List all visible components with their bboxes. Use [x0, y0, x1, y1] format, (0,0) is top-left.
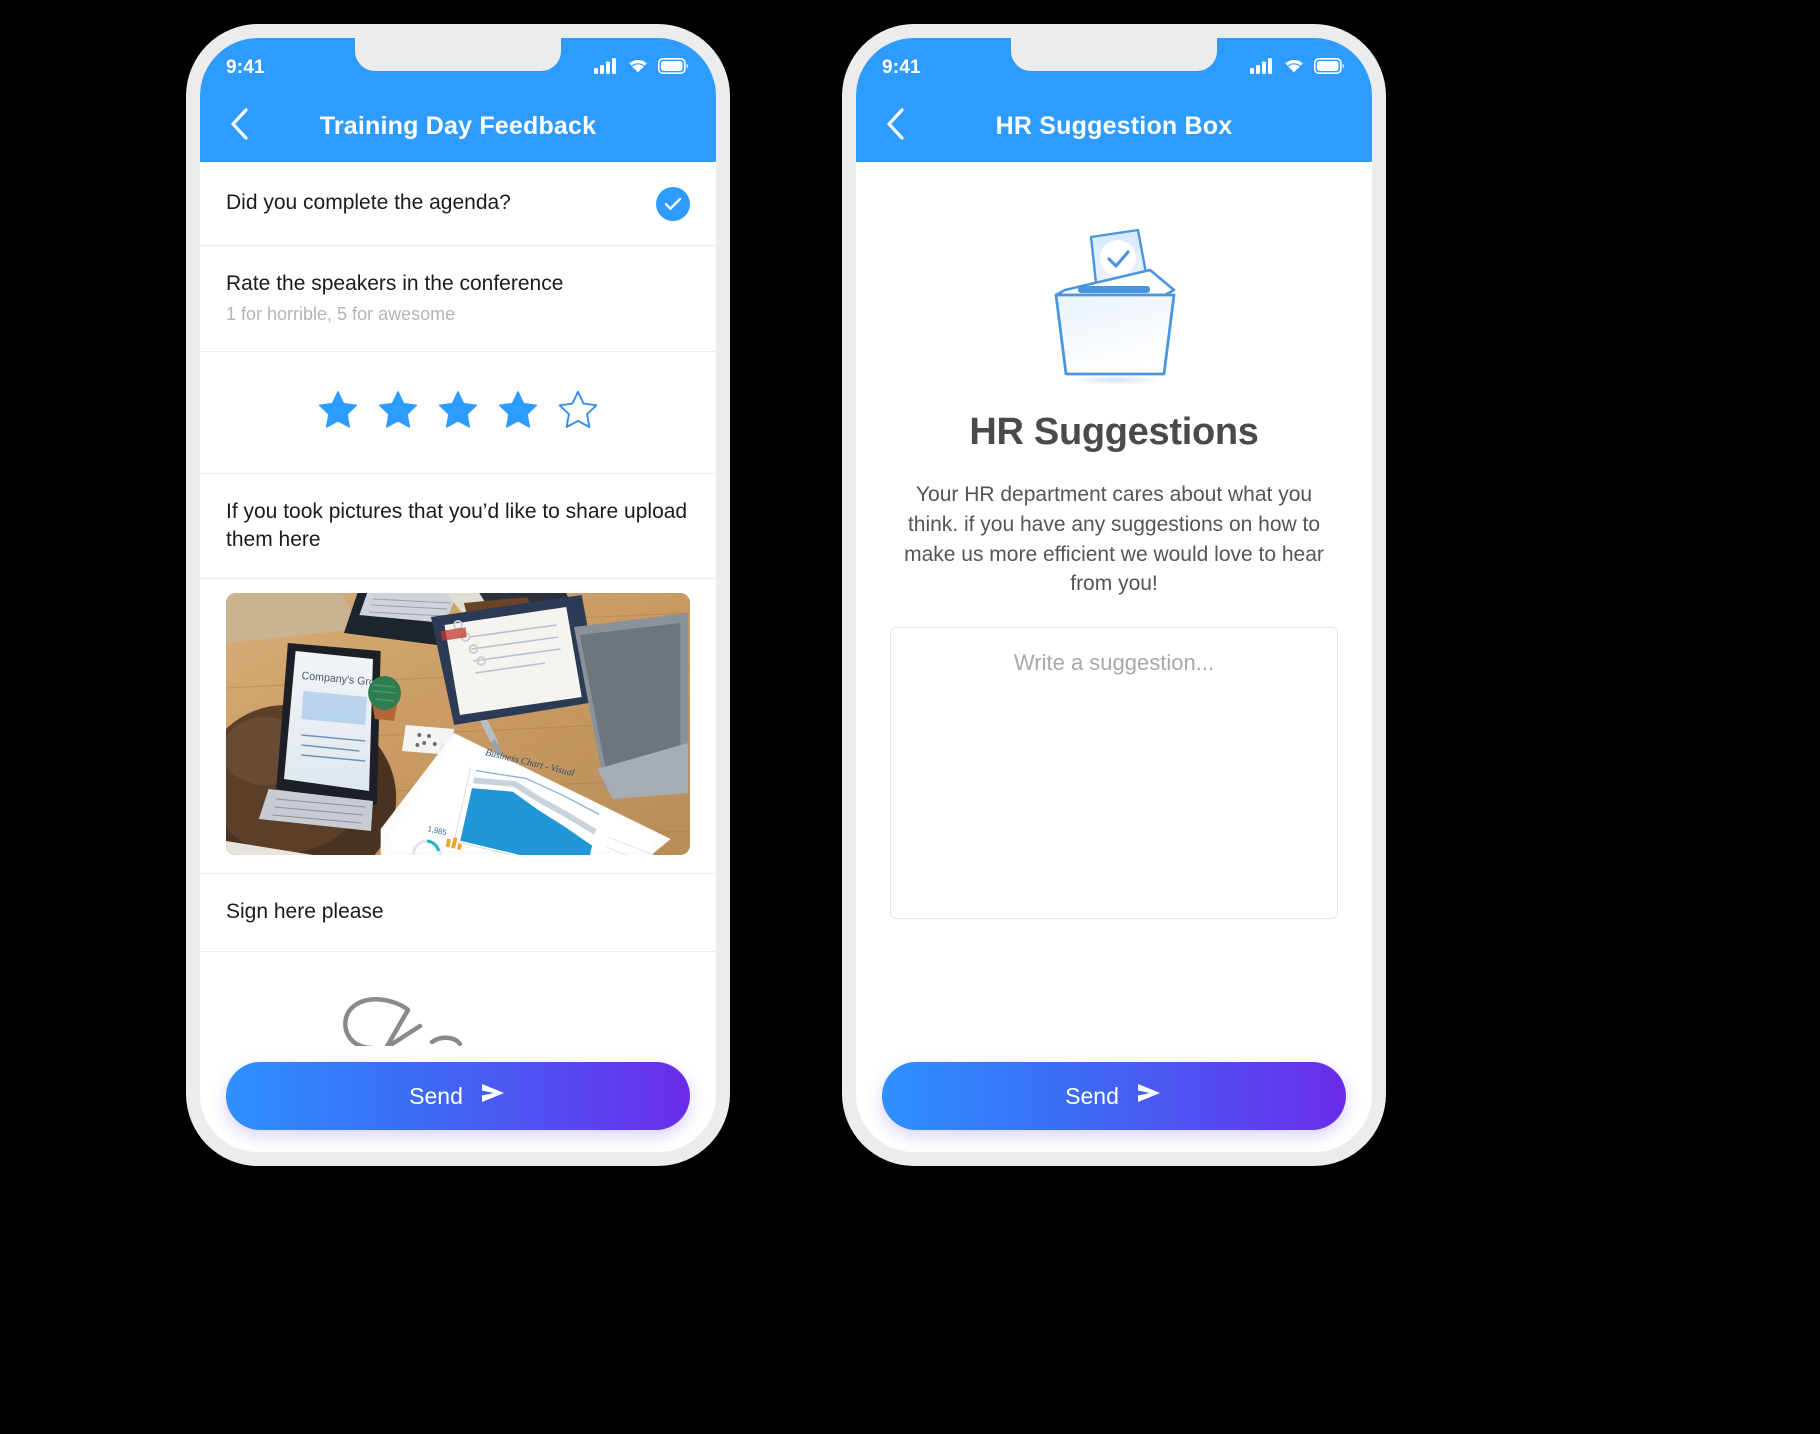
- page-title: HR Suggestion Box: [995, 111, 1233, 140]
- suggestion-input-placeholder: Write a suggestion...: [1013, 650, 1215, 676]
- question-label-signature: Sign here please: [226, 900, 384, 924]
- form-row-agenda[interactable]: Did you complete the agenda?: [200, 162, 716, 246]
- star-icon-4[interactable]: [496, 389, 540, 436]
- ballot-box-icon: [1034, 206, 1194, 389]
- phone-2-header: 9:41 HR Suggestion Box: [856, 38, 1372, 162]
- phone-1-screen: 9:41 Training Day Feedback Did you compl…: [200, 38, 716, 1152]
- screenshot-canvas: 9:41 Training Day Feedback Did you compl…: [0, 0, 1820, 1434]
- send-arrow-icon: [479, 1081, 507, 1111]
- cellular-signal-icon: [594, 57, 618, 79]
- star-icon-1[interactable]: [316, 389, 360, 436]
- phone-2-content: HR Suggestions Your HR department cares …: [856, 162, 1372, 1046]
- status-icons: [1250, 57, 1346, 79]
- phone-2-notch: [1011, 38, 1217, 71]
- battery-icon: [1314, 57, 1346, 79]
- chevron-left-icon: [884, 107, 906, 146]
- battery-icon: [658, 57, 690, 79]
- question-label-upload: If you took pictures that you’d like to …: [226, 499, 688, 552]
- phone-1-send-bar: Send: [200, 1046, 716, 1152]
- hr-suggestions-description: Your HR department cares about what you …: [904, 483, 1324, 596]
- chevron-left-icon: [228, 107, 250, 146]
- signature-pad[interactable]: [200, 952, 716, 1046]
- form-row-upload-label: If you took pictures that you’d like to …: [200, 474, 716, 580]
- send-button[interactable]: Send: [226, 1062, 690, 1130]
- star-icon-3[interactable]: [436, 389, 480, 436]
- form-row-rating-label: Rate the speakers in the conference 1 fo…: [200, 246, 716, 352]
- uploaded-photo-container: Company's Growth Business Chart - Visual…: [200, 579, 716, 875]
- send-button-label: Send: [1065, 1082, 1119, 1109]
- uploaded-photo[interactable]: Company's Growth Business Chart - Visual…: [226, 593, 690, 856]
- phone-device-training-feedback: 9:41 Training Day Feedback Did you compl…: [186, 24, 730, 1166]
- phone-2-navbar: HR Suggestion Box: [856, 90, 1372, 162]
- status-time: 9:41: [226, 57, 265, 78]
- wifi-icon: [627, 57, 649, 79]
- wifi-icon: [1283, 57, 1305, 79]
- suggestion-input[interactable]: Write a suggestion...: [890, 627, 1338, 920]
- checkmark-circle-icon[interactable]: [656, 186, 690, 221]
- question-label-agenda: Did you complete the agenda?: [226, 191, 511, 215]
- star-icon-2[interactable]: [376, 389, 420, 436]
- back-button[interactable]: [878, 107, 912, 146]
- form-row-signature-label: Sign here please: [200, 874, 716, 952]
- status-icons: [594, 57, 690, 79]
- phone-device-hr-suggestion: 9:41 HR Suggestion Box HR Suggestions Yo…: [842, 24, 1386, 1166]
- phone-2-send-bar: Send: [856, 1046, 1372, 1152]
- question-hint-rating: 1 for horrible, 5 for awesome: [226, 304, 456, 325]
- phone-1-navbar: Training Day Feedback: [200, 90, 716, 162]
- phone-1-header: 9:41 Training Day Feedback: [200, 38, 716, 162]
- back-button[interactable]: [222, 107, 256, 146]
- cellular-signal-icon: [1250, 57, 1274, 79]
- phone-1-form-list[interactable]: Did you complete the agenda? Rate the sp…: [200, 162, 716, 1046]
- send-arrow-icon: [1135, 1081, 1163, 1111]
- send-button[interactable]: Send: [882, 1062, 1346, 1130]
- phone-2-screen: 9:41 HR Suggestion Box HR Suggestions Yo…: [856, 38, 1372, 1152]
- send-button-label: Send: [409, 1082, 463, 1109]
- question-label-rating: Rate the speakers in the conference: [226, 272, 564, 295]
- page-title: Training Day Feedback: [319, 111, 597, 140]
- star-icon-5[interactable]: [556, 389, 600, 436]
- phone-1-notch: [355, 38, 561, 71]
- hr-suggestions-heading: HR Suggestions: [969, 411, 1259, 453]
- status-time: 9:41: [882, 57, 921, 78]
- star-rating-control[interactable]: [200, 352, 716, 474]
